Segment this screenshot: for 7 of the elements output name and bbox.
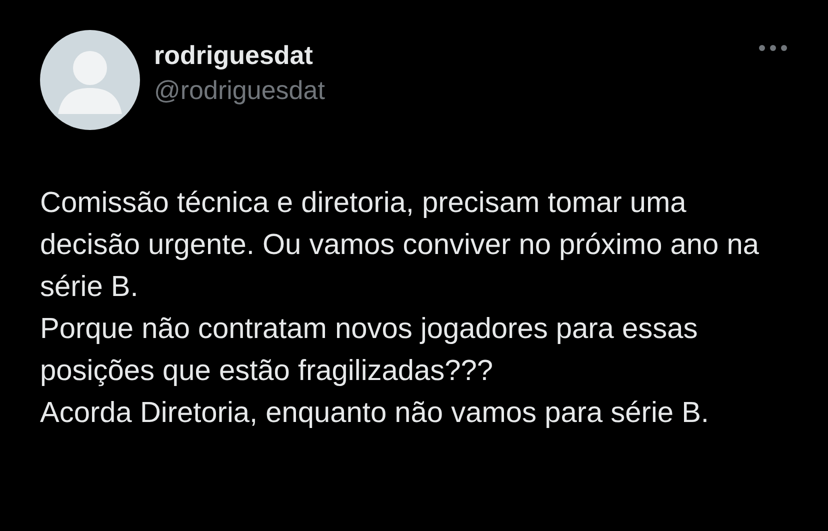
author-name: rodriguesdat [154,40,314,71]
more-options-icon[interactable] [758,44,788,52]
tweet-text: Comissão técnica e diretoria, precisam tomar uma decisão urgente. Ou vamos conviver no próximo ano na série B. [40,186,760,305]
avatar-icon [40,30,140,130]
tweet-text: Porque não contratam novos jogadores para essas posições que estão fragilizadas??? [40,312,699,389]
author-handle: @rodriguesdat [154,75,326,106]
tweet-text: Acorda Diretoria, enquanto não vamos para série B. [40,396,710,431]
